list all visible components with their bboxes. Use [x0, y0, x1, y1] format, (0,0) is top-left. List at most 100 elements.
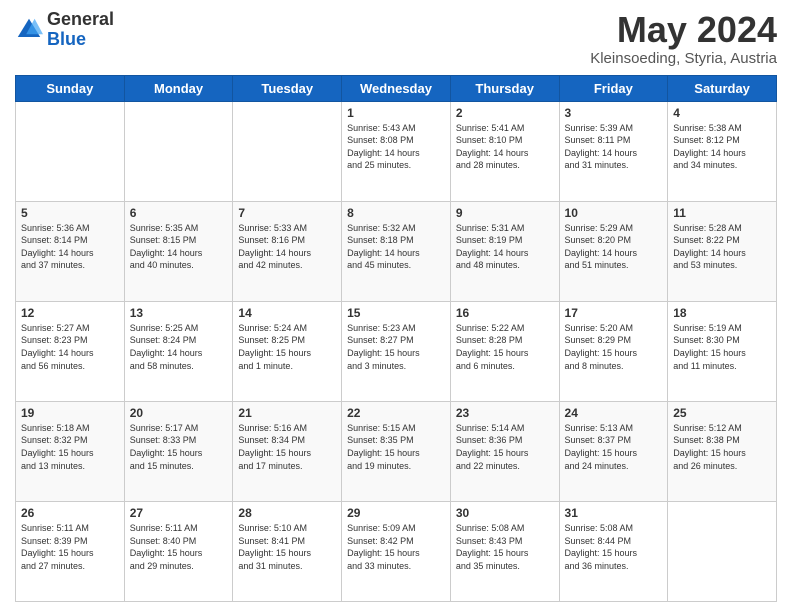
table-row: 16 Sunrise: 5:22 AM Sunset: 8:28 PM Dayli… [450, 301, 559, 401]
day-number: 15 [347, 306, 445, 320]
table-row: 5 Sunrise: 5:36 AM Sunset: 8:14 PM Daylig… [16, 201, 125, 301]
col-sunday: Sunday [16, 75, 125, 101]
table-row: 13 Sunrise: 5:25 AM Sunset: 8:24 PM Dayli… [124, 301, 233, 401]
day-number: 8 [347, 206, 445, 220]
calendar-week-row: 5 Sunrise: 5:36 AM Sunset: 8:14 PM Daylig… [16, 201, 777, 301]
day-number: 13 [130, 306, 228, 320]
calendar-week-row: 1 Sunrise: 5:43 AM Sunset: 8:08 PM Daylig… [16, 101, 777, 201]
month-title: May 2024 [590, 10, 777, 50]
day-info: Sunrise: 5:43 AM Sunset: 8:08 PM Dayligh… [347, 122, 445, 172]
col-saturday: Saturday [668, 75, 777, 101]
day-number: 6 [130, 206, 228, 220]
page: General Blue May 2024 Kleinsoeding, Styr… [0, 0, 792, 612]
logo-text: General Blue [47, 10, 114, 50]
table-row [668, 501, 777, 601]
day-info: Sunrise: 5:29 AM Sunset: 8:20 PM Dayligh… [565, 222, 663, 272]
day-info: Sunrise: 5:11 AM Sunset: 8:39 PM Dayligh… [21, 522, 119, 572]
col-thursday: Thursday [450, 75, 559, 101]
day-info: Sunrise: 5:15 AM Sunset: 8:35 PM Dayligh… [347, 422, 445, 472]
day-info: Sunrise: 5:11 AM Sunset: 8:40 PM Dayligh… [130, 522, 228, 572]
col-tuesday: Tuesday [233, 75, 342, 101]
day-info: Sunrise: 5:16 AM Sunset: 8:34 PM Dayligh… [238, 422, 336, 472]
table-row: 15 Sunrise: 5:23 AM Sunset: 8:27 PM Dayli… [342, 301, 451, 401]
calendar-week-row: 12Sunrise: 5:27 AM Sunset: 8:23 PM Dayli… [16, 301, 777, 401]
table-row: 21 Sunrise: 5:16 AM Sunset: 8:34 PM Dayli… [233, 401, 342, 501]
table-row: 10 Sunrise: 5:29 AM Sunset: 8:20 PM Dayli… [559, 201, 668, 301]
day-number: 21 [238, 406, 336, 420]
day-number: 29 [347, 506, 445, 520]
table-row: 3 Sunrise: 5:39 AM Sunset: 8:11 PM Daylig… [559, 101, 668, 201]
calendar-week-row: 26 Sunrise: 5:11 AM Sunset: 8:39 PM Dayli… [16, 501, 777, 601]
day-info: Sunrise: 5:10 AM Sunset: 8:41 PM Dayligh… [238, 522, 336, 572]
day-info: Sunrise: 5:19 AM Sunset: 8:30 PM Dayligh… [673, 322, 771, 372]
day-number: 11 [673, 206, 771, 220]
table-row: 12Sunrise: 5:27 AM Sunset: 8:23 PM Dayli… [16, 301, 125, 401]
day-number: 22 [347, 406, 445, 420]
table-row: 20 Sunrise: 5:17 AM Sunset: 8:33 PM Dayli… [124, 401, 233, 501]
table-row: 4Sunrise: 5:38 AM Sunset: 8:12 PM Daylig… [668, 101, 777, 201]
day-info: Sunrise: 5:41 AM Sunset: 8:10 PM Dayligh… [456, 122, 554, 172]
day-info: Sunrise: 5:12 AM Sunset: 8:38 PM Dayligh… [673, 422, 771, 472]
day-info: Sunrise: 5:08 AM Sunset: 8:44 PM Dayligh… [565, 522, 663, 572]
calendar-header-row: Sunday Monday Tuesday Wednesday Thursday… [16, 75, 777, 101]
day-number: 27 [130, 506, 228, 520]
calendar: Sunday Monday Tuesday Wednesday Thursday… [15, 75, 777, 602]
day-number: 26 [21, 506, 119, 520]
day-info: Sunrise: 5:33 AM Sunset: 8:16 PM Dayligh… [238, 222, 336, 272]
col-wednesday: Wednesday [342, 75, 451, 101]
day-number: 14 [238, 306, 336, 320]
table-row: 18 Sunrise: 5:19 AM Sunset: 8:30 PM Dayli… [668, 301, 777, 401]
day-number: 1 [347, 106, 445, 120]
table-row: 30 Sunrise: 5:08 AM Sunset: 8:43 PM Dayli… [450, 501, 559, 601]
location: Kleinsoeding, Styria, Austria [590, 50, 777, 67]
day-number: 25 [673, 406, 771, 420]
day-number: 9 [456, 206, 554, 220]
day-info: Sunrise: 5:09 AM Sunset: 8:42 PM Dayligh… [347, 522, 445, 572]
day-info: Sunrise: 5:24 AM Sunset: 8:25 PM Dayligh… [238, 322, 336, 372]
day-number: 2 [456, 106, 554, 120]
day-number: 19 [21, 406, 119, 420]
table-row: 24Sunrise: 5:13 AM Sunset: 8:37 PM Dayli… [559, 401, 668, 501]
table-row: 8 Sunrise: 5:32 AM Sunset: 8:18 PM Daylig… [342, 201, 451, 301]
header: General Blue May 2024 Kleinsoeding, Styr… [15, 10, 777, 67]
day-info: Sunrise: 5:14 AM Sunset: 8:36 PM Dayligh… [456, 422, 554, 472]
day-number: 17 [565, 306, 663, 320]
col-monday: Monday [124, 75, 233, 101]
day-info: Sunrise: 5:25 AM Sunset: 8:24 PM Dayligh… [130, 322, 228, 372]
table-row: 7Sunrise: 5:33 AM Sunset: 8:16 PM Daylig… [233, 201, 342, 301]
table-row: 2 Sunrise: 5:41 AM Sunset: 8:10 PM Daylig… [450, 101, 559, 201]
day-info: Sunrise: 5:36 AM Sunset: 8:14 PM Dayligh… [21, 222, 119, 272]
day-number: 5 [21, 206, 119, 220]
table-row: 6Sunrise: 5:35 AM Sunset: 8:15 PM Daylig… [124, 201, 233, 301]
day-info: Sunrise: 5:22 AM Sunset: 8:28 PM Dayligh… [456, 322, 554, 372]
table-row: 31 Sunrise: 5:08 AM Sunset: 8:44 PM Dayli… [559, 501, 668, 601]
day-number: 16 [456, 306, 554, 320]
col-friday: Friday [559, 75, 668, 101]
table-row: 28 Sunrise: 5:10 AM Sunset: 8:41 PM Dayli… [233, 501, 342, 601]
table-row: 14 Sunrise: 5:24 AM Sunset: 8:25 PM Dayli… [233, 301, 342, 401]
day-number: 4 [673, 106, 771, 120]
day-number: 3 [565, 106, 663, 120]
logo: General Blue [15, 10, 114, 50]
day-info: Sunrise: 5:23 AM Sunset: 8:27 PM Dayligh… [347, 322, 445, 372]
title-block: May 2024 Kleinsoeding, Styria, Austria [590, 10, 777, 67]
table-row: 27 Sunrise: 5:11 AM Sunset: 8:40 PM Dayli… [124, 501, 233, 601]
day-info: Sunrise: 5:39 AM Sunset: 8:11 PM Dayligh… [565, 122, 663, 172]
day-number: 30 [456, 506, 554, 520]
day-info: Sunrise: 5:32 AM Sunset: 8:18 PM Dayligh… [347, 222, 445, 272]
day-number: 31 [565, 506, 663, 520]
table-row: 9Sunrise: 5:31 AM Sunset: 8:19 PM Daylig… [450, 201, 559, 301]
day-number: 24 [565, 406, 663, 420]
day-info: Sunrise: 5:20 AM Sunset: 8:29 PM Dayligh… [565, 322, 663, 372]
day-number: 20 [130, 406, 228, 420]
day-number: 10 [565, 206, 663, 220]
day-number: 18 [673, 306, 771, 320]
day-info: Sunrise: 5:08 AM Sunset: 8:43 PM Dayligh… [456, 522, 554, 572]
calendar-week-row: 19Sunrise: 5:18 AM Sunset: 8:32 PM Dayli… [16, 401, 777, 501]
logo-blue-text: Blue [47, 29, 86, 49]
day-number: 28 [238, 506, 336, 520]
day-info: Sunrise: 5:17 AM Sunset: 8:33 PM Dayligh… [130, 422, 228, 472]
table-row: 19Sunrise: 5:18 AM Sunset: 8:32 PM Dayli… [16, 401, 125, 501]
logo-icon [15, 16, 43, 44]
table-row: 17 Sunrise: 5:20 AM Sunset: 8:29 PM Dayli… [559, 301, 668, 401]
